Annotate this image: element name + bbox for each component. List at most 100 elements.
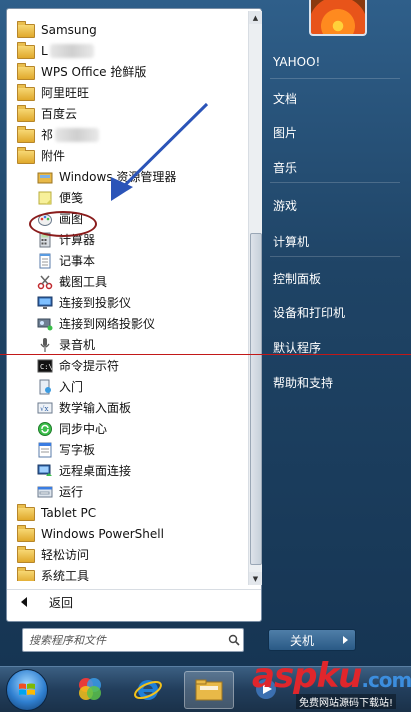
right-item-control-panel[interactable]: 控制面板 — [273, 266, 403, 290]
right-item-games[interactable]: 游戏 — [273, 193, 403, 217]
folder-icon — [17, 545, 35, 563]
program-item-sticky-notes[interactable]: 便笺 — [7, 187, 247, 208]
right-item-pictures[interactable]: 图片 — [273, 120, 403, 144]
search-box[interactable] — [22, 628, 244, 652]
program-item-label: Samsung — [41, 22, 97, 37]
right-item-default-programs[interactable]: 默认程序 — [273, 335, 403, 359]
start-menu: Samsung L WPS Office 抢鲜版阿里旺旺百度云祁附件 Windows … — [0, 0, 411, 666]
program-list-scrollbar[interactable]: ▲ ▼ — [248, 11, 262, 585]
right-pane-separator — [270, 78, 400, 79]
svg-text:C:\: C:\ — [40, 363, 53, 371]
search-icon[interactable] — [225, 634, 243, 646]
program-item-label: 连接到投影仪 — [59, 296, 132, 310]
math-input-icon: √x — [37, 400, 53, 416]
taskbar-app-pinwheel[interactable] — [66, 671, 114, 707]
user-picture[interactable] — [309, 0, 367, 36]
program-item-windows-powershell[interactable]: Windows PowerShell — [7, 523, 247, 544]
right-item-documents[interactable]: 文档 — [273, 86, 403, 110]
search-input[interactable] — [23, 629, 225, 651]
program-item-wps-office[interactable]: WPS Office 抢鲜版 — [7, 61, 247, 82]
program-item-system-tools[interactable]: 系统工具 — [7, 565, 247, 581]
program-item-command-prompt[interactable]: C:\ 命令提示符 — [7, 355, 247, 376]
folder-icon — [17, 503, 35, 521]
network-projector-icon — [37, 316, 53, 332]
snipping-tool-icon — [37, 274, 53, 290]
internet-explorer-icon — [134, 680, 162, 700]
programs-pane: Samsung L WPS Office 抢鲜版阿里旺旺百度云祁附件 Windows … — [6, 8, 262, 622]
program-item-label: WPS Office 抢鲜版 — [41, 65, 147, 79]
folder-icon — [17, 41, 35, 59]
taskbar-app-internet-explorer[interactable] — [124, 671, 172, 707]
back-button[interactable]: 返回 — [7, 589, 261, 614]
program-item-label: Tablet PC — [41, 505, 97, 520]
program-item-label: 附件 — [41, 149, 66, 163]
chevron-right-icon — [342, 636, 348, 644]
program-item-label: L — [41, 43, 48, 58]
program-item-ease-of-access[interactable]: 轻松访问 — [7, 544, 247, 565]
right-item-yahoo[interactable]: YAHOO! — [273, 50, 403, 74]
program-item-label: 系统工具 — [41, 569, 90, 581]
program-item-label: 录音机 — [59, 338, 96, 352]
program-item-run[interactable]: 运行 — [7, 481, 247, 502]
program-item-wordpad[interactable]: 写字板 — [7, 439, 247, 460]
right-item-devices-printers[interactable]: 设备和打印机 — [273, 300, 403, 324]
program-list: Samsung L WPS Office 抢鲜版阿里旺旺百度云祁附件 Windows … — [7, 9, 247, 581]
redaction-blur — [55, 127, 100, 142]
program-item-sound-recorder[interactable]: 录音机 — [7, 334, 247, 355]
program-item-blurred-folder[interactable]: 祁 — [7, 124, 247, 145]
program-item-notepad[interactable]: 记事本 — [7, 250, 247, 271]
program-item-baidu-yun[interactable]: 百度云 — [7, 103, 247, 124]
right-item-computer[interactable]: 计算机 — [273, 229, 403, 253]
right-item-help-support[interactable]: 帮助和支持 — [273, 370, 403, 394]
annotation-line — [0, 354, 411, 355]
program-item-label: 轻松访问 — [41, 548, 90, 562]
program-item-windows-explorer[interactable]: Windows 资源管理器 — [7, 166, 247, 187]
cmd-icon: C:\ — [37, 358, 53, 374]
program-item-getting-started[interactable]: 入门 — [7, 376, 247, 397]
start-button[interactable] — [6, 669, 48, 711]
pinwheel-icon — [79, 678, 101, 700]
folder-icon — [17, 20, 35, 38]
program-item-label: 百度云 — [41, 107, 78, 121]
folder-icon — [17, 104, 35, 122]
notepad-icon — [37, 253, 53, 269]
svg-text:√x: √x — [40, 405, 48, 413]
program-item-sync-center[interactable]: 同步中心 — [7, 418, 247, 439]
remote-desktop-icon — [37, 463, 53, 479]
scroll-down-button[interactable]: ▼ — [249, 572, 262, 585]
right-pane-separator — [270, 182, 400, 183]
shutdown-options-button[interactable] — [335, 629, 356, 651]
scroll-up-button[interactable]: ▲ — [249, 11, 262, 24]
program-item-snipping-tool[interactable]: 截图工具 — [7, 271, 247, 292]
program-item-label: 入门 — [59, 380, 84, 394]
folder-icon — [17, 125, 35, 143]
back-label: 返回 — [49, 595, 74, 610]
program-item-samsung[interactable]: Samsung — [7, 19, 247, 40]
program-item-label: 数学输入面板 — [59, 401, 132, 415]
wordpad-icon — [37, 442, 53, 458]
scroll-thumb[interactable] — [250, 233, 262, 565]
microphone-icon — [37, 337, 53, 353]
program-item-remote-desktop-connection[interactable]: 远程桌面连接 — [7, 460, 247, 481]
program-item-label: Windows PowerShell — [41, 526, 164, 541]
redaction-blur — [49, 43, 94, 58]
right-item-music[interactable]: 音乐 — [273, 155, 403, 179]
program-item-l-blurred[interactable]: L — [7, 40, 247, 61]
program-item-label: 命令提示符 — [59, 359, 120, 373]
explorer-icon — [37, 169, 53, 185]
shutdown-button[interactable]: 关机 — [268, 629, 336, 651]
program-item-aliwangwang[interactable]: 阿里旺旺 — [7, 82, 247, 103]
annotation-ellipse — [29, 211, 97, 237]
sync-center-icon — [37, 421, 53, 437]
back-arrow-icon — [21, 597, 27, 607]
program-item-math-input-panel[interactable]: √x 数学输入面板 — [7, 397, 247, 418]
program-item-tablet-pc[interactable]: Tablet PC — [7, 502, 247, 523]
program-item-label: 同步中心 — [59, 422, 108, 436]
program-item-label: 记事本 — [59, 254, 96, 268]
program-item-connect-network-projector[interactable]: 连接到网络投影仪 — [7, 313, 247, 334]
watermark-subtitle: 免费网站源码下载站! — [296, 694, 397, 709]
taskbar-app-file-explorer[interactable] — [184, 671, 234, 709]
folder-icon — [17, 146, 35, 164]
program-item-connect-projector[interactable]: 连接到投影仪 — [7, 292, 247, 313]
program-item-accessories[interactable]: 附件 — [7, 145, 247, 166]
